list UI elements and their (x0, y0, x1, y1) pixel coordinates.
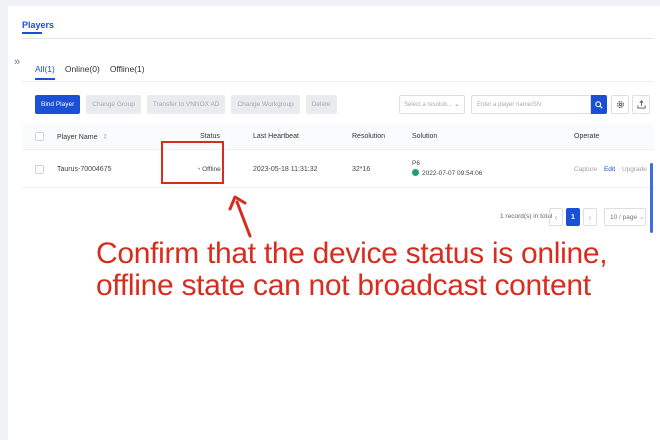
scrollbar[interactable] (650, 163, 653, 233)
transfer-button[interactable]: Transfer to VNNOX AD (146, 95, 226, 114)
search-icon (595, 100, 603, 109)
table-row: Taurus-70004675 • Offline 2023-05-18 11:… (22, 151, 654, 188)
resolution-select-placeholder: Select a resoluti... (404, 101, 452, 108)
solution-cell: P6 2022-07-07 09:54:06 (412, 159, 482, 178)
table-header: Player Name ⇕ Status Last Heartbeat Reso… (22, 124, 654, 150)
players-panel: Players All(1) Online(0) Offline(1) Bind… (22, 6, 654, 440)
sort-icon: ⇕ (102, 134, 109, 141)
title-underline (22, 32, 42, 34)
gear-icon (616, 101, 624, 108)
player-name: Taurus-70004675 (57, 166, 112, 173)
pagination-total: 1 record(s) in total (500, 213, 553, 220)
operate-cell: Capture Edit Upgrade (574, 166, 647, 173)
status-highlight-box (161, 141, 224, 184)
arrow-up-icon (228, 195, 252, 238)
delete-button[interactable]: Delete (305, 95, 337, 114)
next-page-button[interactable]: › (583, 208, 597, 226)
tab-offline[interactable]: Offline(1) (110, 64, 145, 80)
row-checkbox[interactable] (35, 165, 44, 174)
toolbar: Bind Player Change Group Transfer to VNN… (35, 95, 337, 114)
header-player-name-label: Player Name (57, 134, 98, 141)
export-button[interactable] (632, 95, 650, 114)
header-solution: Solution (412, 133, 438, 140)
chevron-down-icon: ⌄ (639, 214, 645, 221)
page-size-select[interactable]: 10 / page ⌄ (604, 208, 646, 226)
chevron-down-icon: ⌄ (454, 101, 460, 108)
header-operate: Operate (574, 133, 600, 140)
chevron-right-icon: › (588, 212, 592, 222)
tab-all[interactable]: All(1) (35, 64, 55, 80)
page-size-value: 10 / page (610, 213, 638, 221)
resolution-select[interactable]: Select a resoluti... ⌄ (399, 95, 465, 114)
select-all-checkbox[interactable] (35, 132, 44, 141)
edit-link[interactable]: Edit (604, 166, 615, 173)
header-last-heartbeat: Last Heartbeat (253, 133, 299, 140)
settings-button[interactable] (611, 95, 629, 114)
change-group-button[interactable]: Change Group (86, 95, 141, 114)
divider (22, 38, 654, 39)
export-icon (636, 100, 646, 109)
bind-player-button[interactable]: Bind Player (35, 95, 81, 114)
chevron-left-icon: ‹ (554, 212, 558, 222)
change-workgroup-button[interactable]: Change Workgroup (231, 95, 300, 114)
left-strip (0, 0, 8, 440)
annotation-text: Confirm that the device status is online… (96, 237, 608, 302)
divider (22, 81, 654, 82)
prev-page-button[interactable]: ‹ (549, 208, 563, 226)
solution-name: P6 (412, 160, 420, 167)
last-heartbeat: 2023-05-18 11:31:32 (253, 166, 318, 173)
upgrade-link[interactable]: Upgrade (622, 166, 647, 173)
success-dot-icon (412, 169, 419, 176)
resolution: 32*16 (352, 166, 371, 173)
header-status: Status (200, 133, 220, 140)
search-button[interactable] (591, 95, 607, 114)
tab-online[interactable]: Online(0) (65, 64, 100, 80)
expand-sidebar-icon[interactable]: » (14, 56, 20, 68)
solution-time: 2022-07-07 09:54:06 (422, 170, 483, 177)
capture-link[interactable]: Capture (574, 166, 597, 173)
page-title[interactable]: Players (22, 18, 54, 32)
header-player-name[interactable]: Player Name ⇕ (57, 133, 108, 141)
status-tabs: All(1) Online(0) Offline(1) (35, 64, 145, 80)
search-input[interactable]: Enter a player name/SN (471, 95, 591, 114)
header-resolution: Resolution (352, 133, 386, 140)
page-number[interactable]: 1 (566, 208, 580, 226)
